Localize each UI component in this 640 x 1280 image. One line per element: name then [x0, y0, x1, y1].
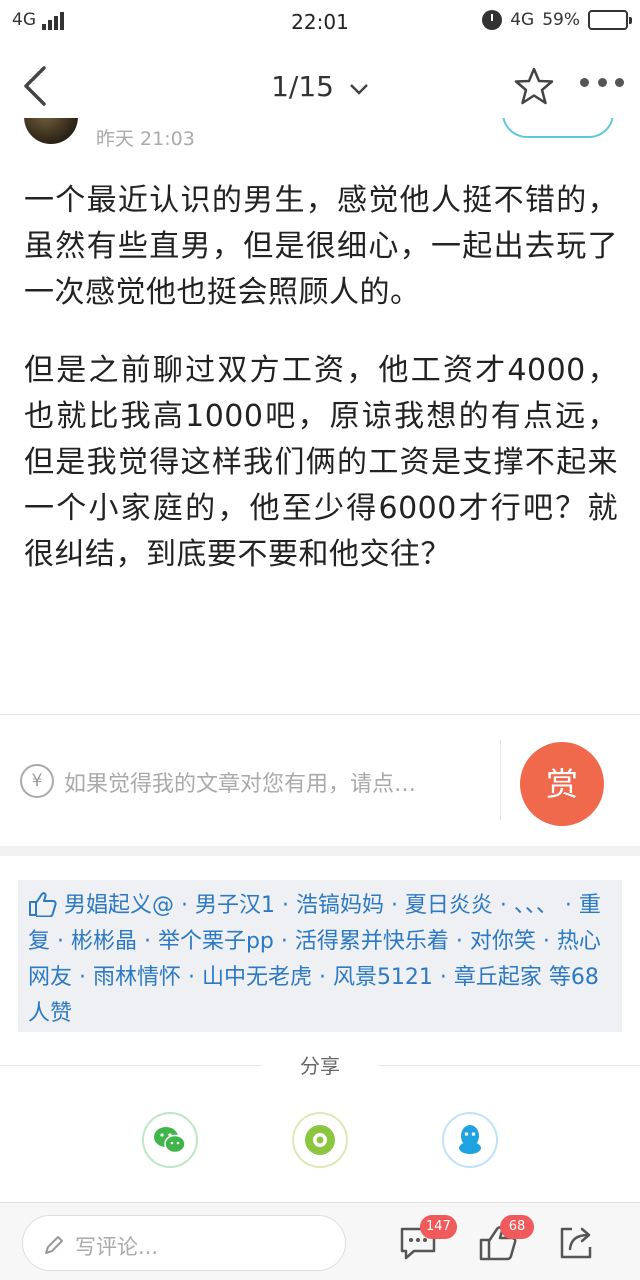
bottom-action-bar: 写评论... 147 68	[0, 1202, 640, 1280]
page-number: 1/15	[271, 70, 334, 103]
section-gap	[0, 846, 640, 856]
author-row: 昨天 21:03	[0, 118, 640, 158]
qq-share-button[interactable]	[442, 1112, 498, 1168]
like-button[interactable]: 68	[478, 1215, 534, 1263]
likes-names: 男娼起义@ · 男子汉1 · 浩镐妈妈 · 夏日炎炎 · 、、、 · 重复 · …	[28, 893, 601, 1026]
share-icons	[0, 1112, 640, 1172]
avatar[interactable]	[24, 118, 78, 144]
follow-button[interactable]	[502, 118, 614, 138]
article-body: 一个最近认识的男生，感觉他人挺不错的，虽然有些直男，但是很细心，一起出去玩了一次…	[24, 178, 618, 610]
qq-icon	[459, 1125, 481, 1154]
more-options-icon[interactable]	[580, 78, 624, 92]
battery-icon	[588, 10, 632, 30]
divider	[0, 714, 640, 715]
comments-button[interactable]: 147	[398, 1215, 457, 1263]
battery-percent: 59%	[542, 10, 580, 30]
network-type-right: 4G	[510, 10, 535, 30]
share-out-icon	[560, 1227, 592, 1259]
article-paragraph: 但是之前聊过双方工资，他工资才4000，也就比我高1000吧，原谅我想的有点远，…	[24, 353, 618, 572]
yen-icon: ¥	[20, 764, 54, 798]
share-header: 分享	[0, 1048, 640, 1084]
wechat-share-button[interactable]	[142, 1112, 198, 1168]
article-paragraph: 一个最近认识的男生，感觉他人挺不错的，虽然有些直男，但是很细心，一起出去玩了一次…	[24, 183, 618, 310]
pencil-icon	[45, 1236, 63, 1254]
post-time: 昨天 21:03	[96, 128, 195, 150]
comment-count-badge: 147	[420, 1215, 457, 1239]
reward-prompt[interactable]: 如果觉得我的文章对您有用，请点…	[64, 766, 416, 798]
chevron-down-icon	[350, 84, 368, 95]
reward-separator	[500, 740, 501, 820]
share-line-right	[378, 1065, 640, 1066]
moments-icon	[305, 1125, 335, 1155]
likes-list[interactable]: 男娼起义@ · 男子汉1 · 浩镐妈妈 · 夏日炎炎 · 、、、 · 重复 · …	[28, 888, 612, 1032]
wechat-icon	[154, 1127, 186, 1154]
likes-box: 男娼起义@ · 男子汉1 · 浩镐妈妈 · 夏日炎炎 · 、、、 · 重复 · …	[18, 880, 622, 1032]
status-bar: 4G 22:01 4G 59%	[0, 0, 640, 44]
status-right: 4G 59%	[482, 10, 632, 30]
favorite-star-icon[interactable]	[514, 66, 554, 106]
thumbs-up-icon	[29, 892, 57, 917]
moments-share-button[interactable]	[292, 1112, 348, 1168]
like-count-badge: 68	[500, 1215, 534, 1239]
alarm-icon	[482, 10, 503, 30]
comment-input[interactable]: 写评论...	[22, 1215, 346, 1271]
reward-button[interactable]: 赏	[520, 742, 604, 826]
reward-bar: ¥ 如果觉得我的文章对您有用，请点… 赏	[0, 716, 640, 846]
comment-placeholder: 写评论...	[75, 1235, 159, 1259]
share-button[interactable]	[556, 1223, 596, 1263]
